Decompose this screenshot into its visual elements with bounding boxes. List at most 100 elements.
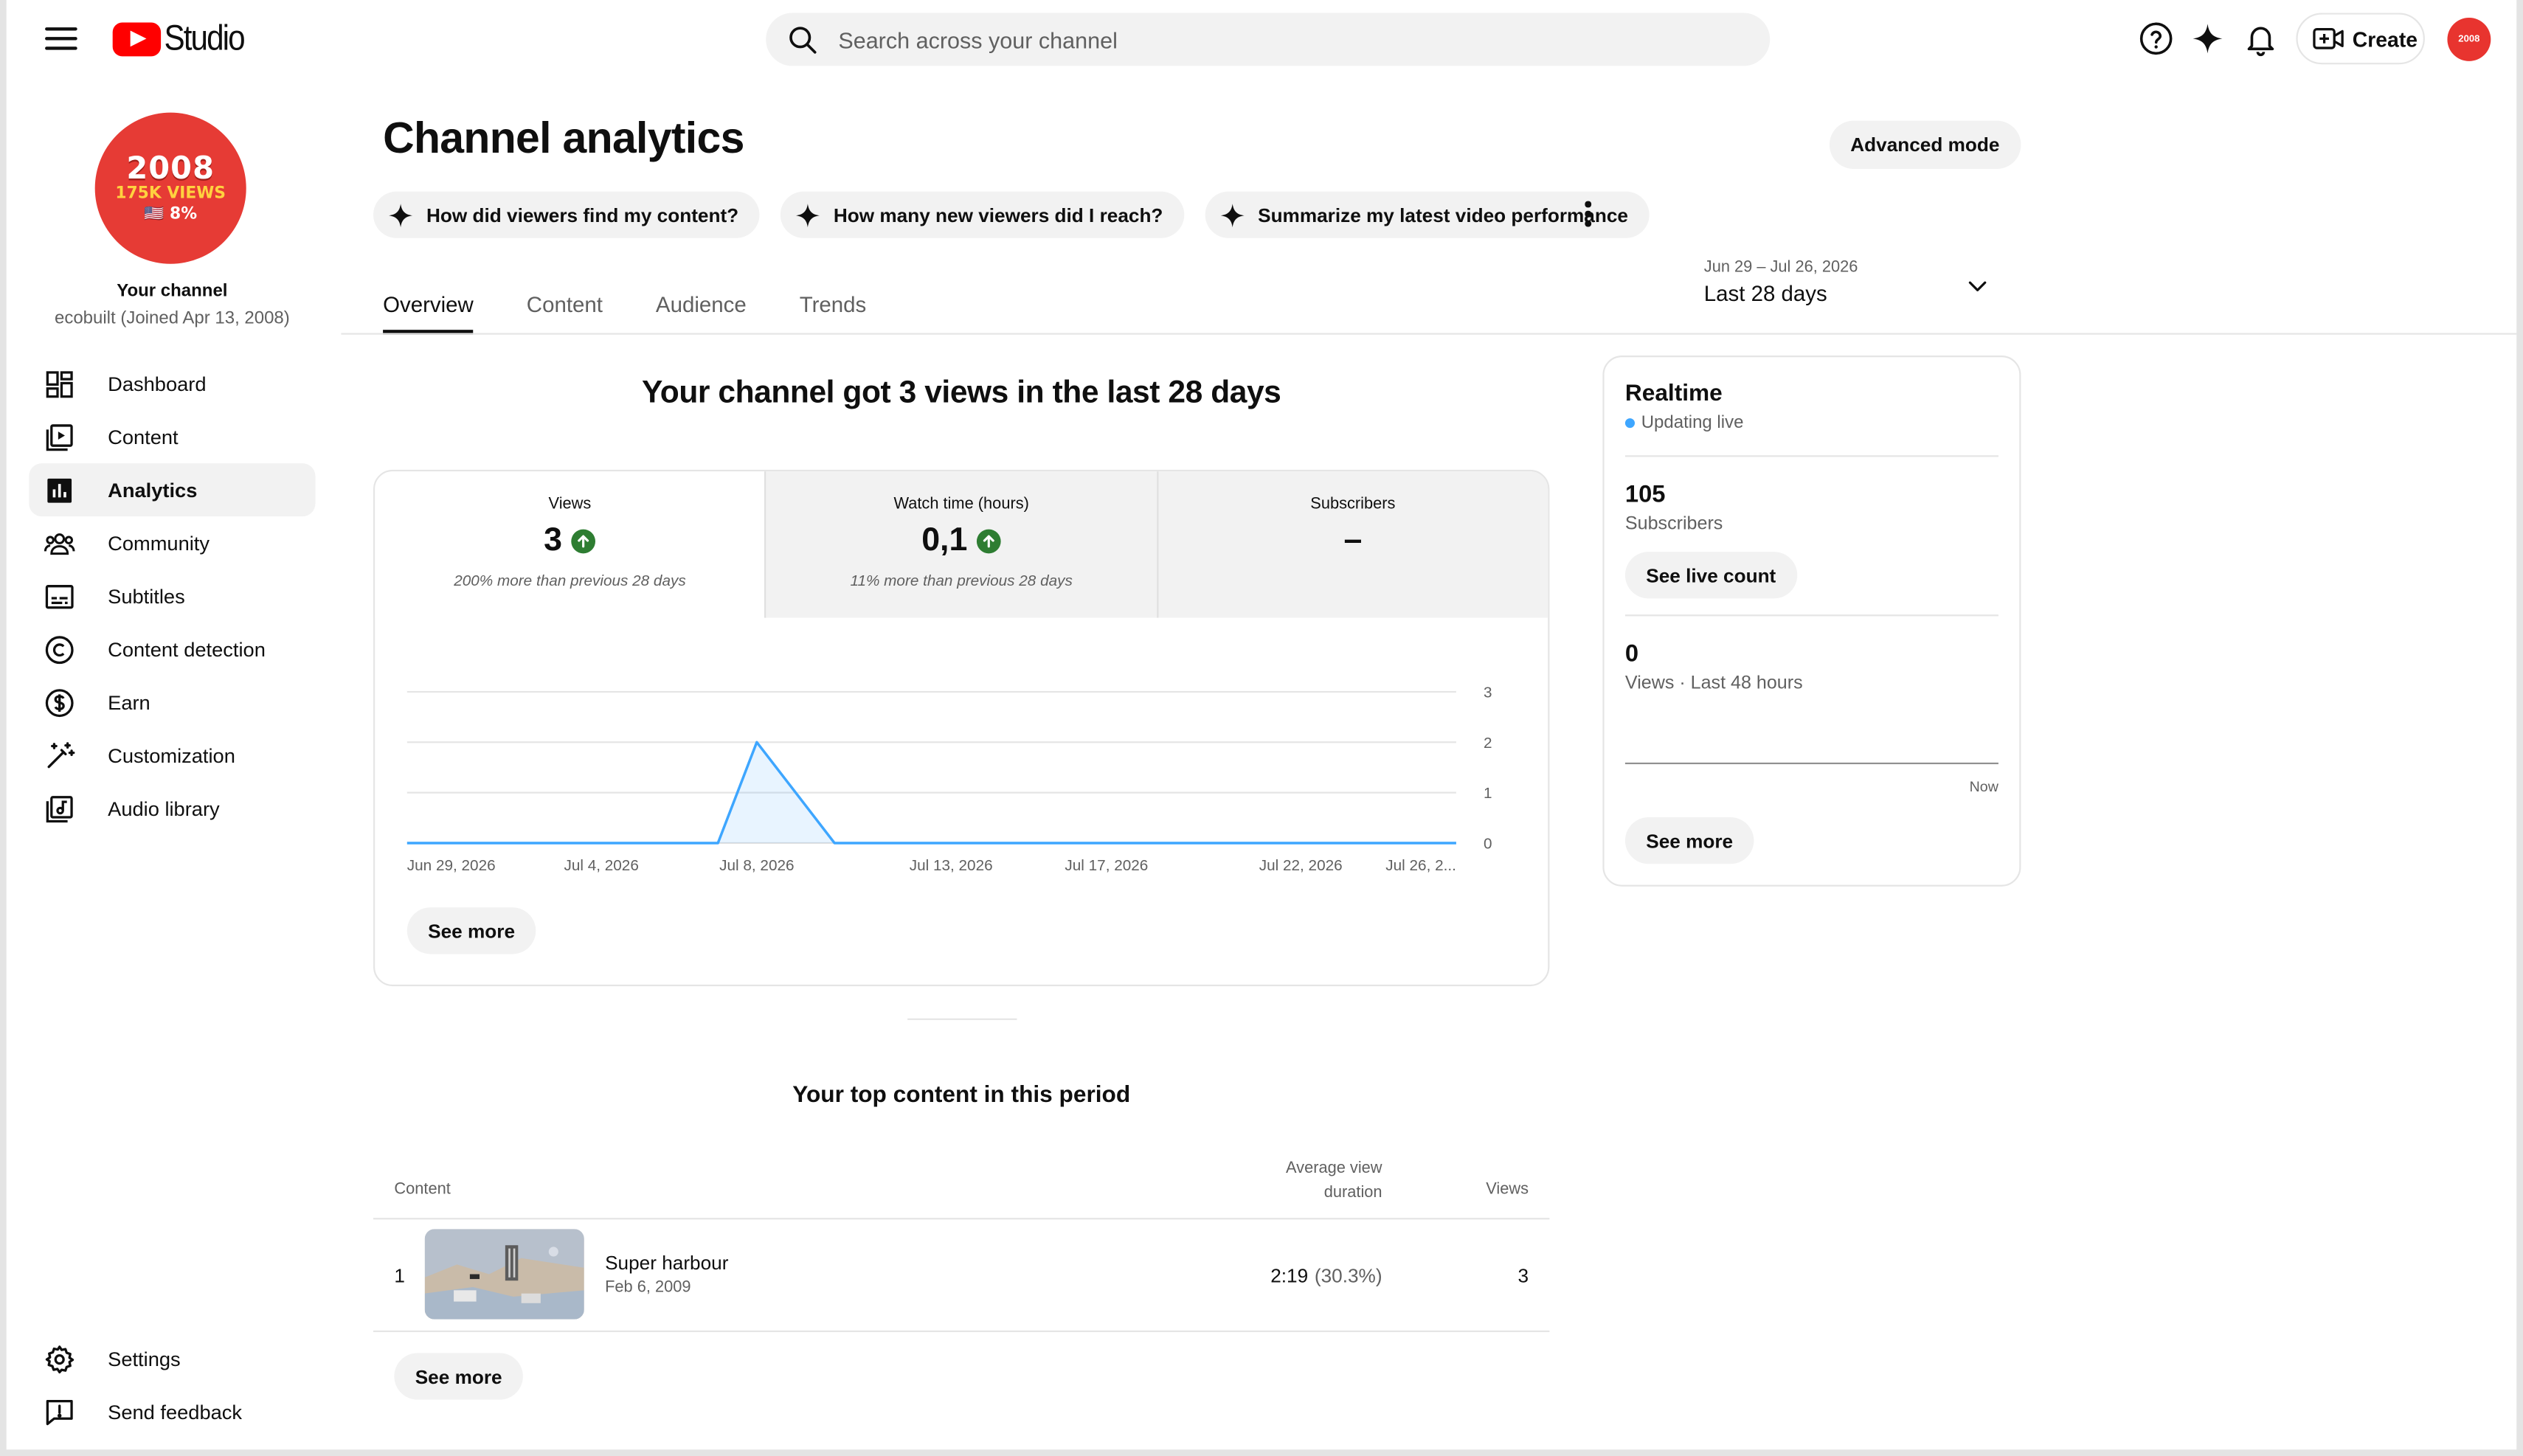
sidebar-item-earn[interactable]: Earn [29, 676, 315, 729]
video-title[interactable]: Super harbour [605, 1252, 728, 1275]
analytics-tabs: Overview Content Audience Trends [383, 274, 919, 335]
metric-number: 0,1 [921, 521, 968, 558]
sidebar-bottom-nav: Settings Send feedback [29, 1332, 315, 1438]
metric-comparison: 200% more than previous 28 days [454, 572, 686, 591]
studio-logo[interactable]: Studio [112, 17, 255, 58]
create-video-icon [2313, 27, 2344, 49]
avd-time: 2:19 [1270, 1264, 1309, 1287]
x-tick-label: Jul 4, 2026 [564, 857, 638, 874]
sidebar-item-customization[interactable]: Customization [29, 729, 315, 782]
metric-label: Subscribers [1310, 495, 1396, 513]
search-icon [789, 26, 817, 53]
realtime-views-value: 0 [1624, 640, 1639, 668]
sidebar: 2008 175K VIEWS 🇺🇸 8% Your channel ecobu… [7, 77, 338, 1450]
metric-value: 3 [375, 521, 765, 560]
x-tick-label: Jul 17, 2026 [1065, 857, 1148, 874]
sidebar-item-label: Analytics [108, 478, 198, 502]
top-content-title: Your top content in this period [792, 1082, 1131, 1109]
advanced-mode-button[interactable]: Advanced mode [1829, 120, 2021, 170]
sidebar-item-label: Customization [108, 743, 235, 767]
create-label: Create [2352, 26, 2418, 51]
chip-find-content[interactable]: How did viewers find my content? [373, 191, 760, 238]
sparkle-icon [795, 203, 820, 227]
account-avatar[interactable]: 2008 [2447, 17, 2491, 61]
trend-up-icon [572, 528, 596, 553]
sidebar-item-send-feedback[interactable]: Send feedback [29, 1385, 315, 1438]
realtime-divider [1624, 455, 1998, 457]
overview-card: Views 3 200% more than previous 28 days … [373, 469, 1550, 987]
x-tick-label: Jul 13, 2026 [910, 857, 993, 874]
column-header-views[interactable]: Views [1486, 1181, 1529, 1199]
realtime-status-text: Updating live [1641, 413, 1744, 433]
row-rank: 1 [394, 1264, 405, 1287]
metric-value: – [1158, 521, 1548, 560]
top-content-header: Content Average view duration Views [373, 1152, 1550, 1220]
metric-tabs: Views 3 200% more than previous 28 days … [375, 471, 1548, 618]
help-icon[interactable] [2137, 19, 2176, 58]
column-header-avd[interactable]: Average view duration [1270, 1157, 1382, 1204]
dollar-icon [44, 686, 76, 718]
realtime-subscribers-label: Subscribers [1624, 514, 1723, 535]
sidebar-item-content-detection[interactable]: Content detection [29, 623, 315, 676]
tab-trends[interactable]: Trends [800, 274, 867, 335]
column-header-content: Content [394, 1181, 451, 1199]
sidebar-item-analytics[interactable]: Analytics [29, 463, 316, 517]
views-chart: 0 1 2 3 Jun 29, 2026 Jul 4, 2026 Jul 8, 2026 Ju… [406, 684, 1492, 874]
top-bar: Studio Create 2008 [7, 0, 2517, 77]
chip-new-viewers[interactable]: How many new viewers did I reach? [780, 191, 1184, 238]
sidebar-item-settings[interactable]: Settings [29, 1332, 315, 1385]
see-more-button[interactable]: See more [406, 907, 536, 954]
tab-audience[interactable]: Audience [656, 274, 747, 335]
metric-label: Watch time (hours) [893, 495, 1029, 513]
table-row[interactable]: 1 Super harbour Feb 6, 2009 2:19 (30.3%) … [373, 1221, 1550, 1333]
menu-icon[interactable] [42, 23, 80, 55]
metric-watch-time[interactable]: Watch time (hours) 0,1 11% more than pre… [764, 471, 1157, 618]
content-icon [44, 420, 76, 453]
x-tick-label: Jul 26, 2... [1385, 857, 1456, 874]
live-dot-icon [1624, 418, 1635, 429]
sidebar-item-content[interactable]: Content [29, 410, 315, 463]
video-thumbnail[interactable] [424, 1229, 584, 1320]
logo-text: Studio [164, 17, 245, 58]
copyright-icon [44, 633, 76, 665]
channel-avatar[interactable]: 2008 175K VIEWS 🇺🇸 8% [94, 112, 246, 264]
y-tick-label: 2 [1484, 735, 1492, 752]
realtime-divider [1624, 614, 1998, 617]
sidebar-item-community[interactable]: Community [29, 516, 315, 569]
sidebar-item-dashboard[interactable]: Dashboard [29, 357, 315, 410]
metric-number: – [1343, 521, 1363, 558]
date-range-picker[interactable]: Jun 29 – Jul 26, 2026 Last 28 days [1704, 259, 2010, 313]
metric-subscribers[interactable]: Subscribers – [1156, 471, 1548, 618]
top-content-see-more-button[interactable]: See more [394, 1353, 523, 1400]
sidebar-item-label: Settings [108, 1347, 181, 1370]
tab-content[interactable]: Content [527, 274, 603, 335]
your-channel-label: Your channel [117, 281, 228, 301]
sidebar-item-label: Community [108, 531, 210, 555]
sparkle-icon[interactable] [2188, 19, 2226, 58]
feedback-icon [44, 1396, 76, 1428]
trend-up-icon [977, 528, 1002, 553]
notifications-icon[interactable] [2241, 19, 2280, 58]
sidebar-item-label: Content detection [108, 637, 266, 661]
create-button[interactable]: Create [2296, 13, 2425, 65]
youtube-logo-icon [112, 21, 162, 56]
date-range-dates: Jun 29 – Jul 26, 2026 [1703, 259, 1858, 277]
chip-label: Summarize my latest video performance [1258, 203, 1628, 226]
metric-views[interactable]: Views 3 200% more than previous 28 days [375, 471, 765, 618]
tab-overview[interactable]: Overview [383, 274, 474, 335]
more-options-icon[interactable] [1575, 196, 1601, 232]
realtime-see-more-button[interactable]: See more [1624, 817, 1754, 864]
video-date: Feb 6, 2009 [605, 1279, 691, 1297]
sidebar-item-label: Audio library [108, 797, 220, 820]
metric-value: 0,1 [766, 521, 1157, 560]
see-live-count-button[interactable]: See live count [1624, 552, 1797, 599]
y-tick-label: 0 [1484, 836, 1492, 853]
page-title: Channel analytics [383, 114, 744, 163]
sidebar-item-audio-library[interactable]: Audio library [29, 782, 315, 835]
sidebar-item-subtitles[interactable]: Subtitles [29, 569, 315, 623]
x-tick-label: Jun 29, 2026 [407, 857, 496, 874]
search-input[interactable] [838, 26, 1675, 52]
magic-wand-icon [44, 739, 76, 772]
search-bar[interactable] [766, 13, 1771, 66]
realtime-views-label: Views · Last 48 hours [1624, 673, 1803, 694]
